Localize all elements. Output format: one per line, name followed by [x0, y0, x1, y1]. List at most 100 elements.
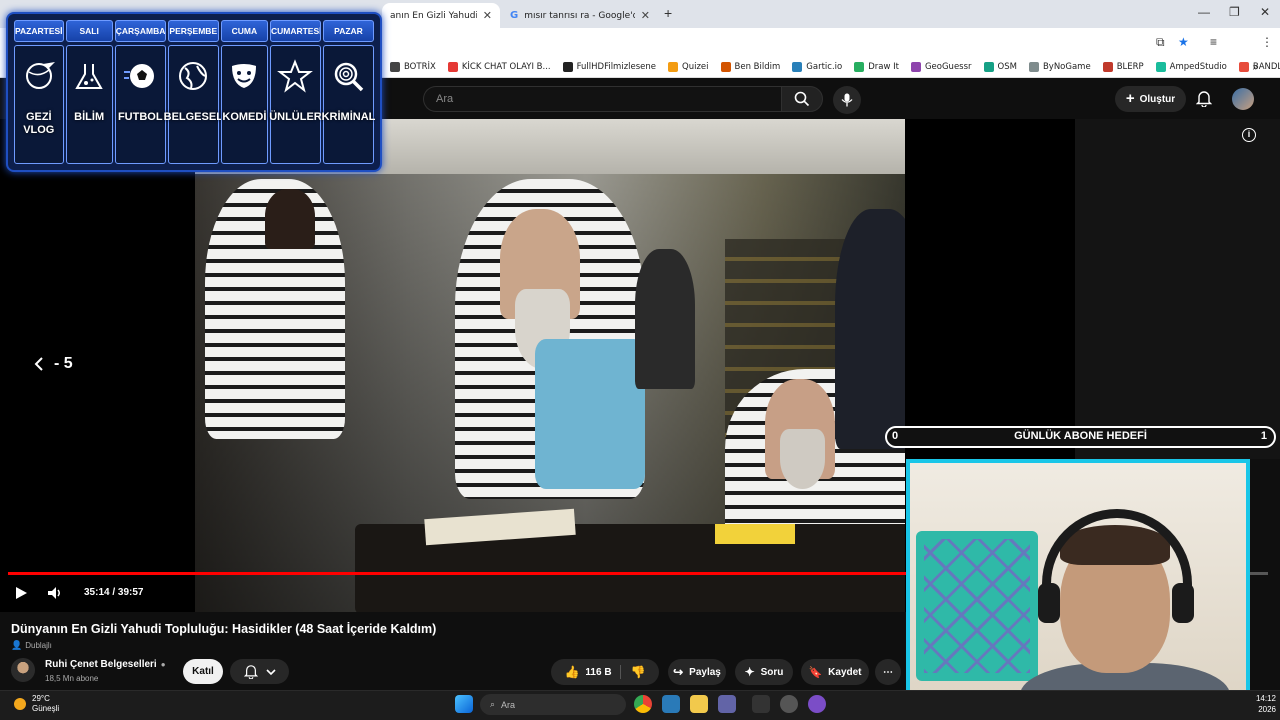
- restore-icon[interactable]: ❐: [1229, 5, 1240, 19]
- teams-icon[interactable]: [718, 695, 736, 713]
- system-clock[interactable]: 14:12 2026: [1256, 693, 1276, 715]
- browser-tab-google[interactable]: G mısır tanrısı ra - Google'da Ara ✕: [502, 3, 658, 28]
- bookmark-item[interactable]: KİCK CHAT OLAYI B...: [447, 61, 551, 72]
- volume-button[interactable]: [47, 586, 63, 605]
- bookmark-label: Ben Bildim: [734, 61, 781, 72]
- save-button[interactable]: 🔖 Kaydet: [801, 659, 869, 685]
- share-label: Paylaş: [689, 666, 721, 678]
- bookmark-item[interactable]: Gartic.io: [792, 61, 842, 72]
- play-button[interactable]: [14, 586, 28, 605]
- taskbar-search[interactable]: ⌕ Ara: [480, 694, 626, 715]
- search-icon: ⌕: [490, 699, 496, 709]
- info-icon[interactable]: i: [1242, 128, 1256, 142]
- channel-avatar[interactable]: [11, 658, 35, 682]
- soccer-ball-icon: [122, 58, 158, 99]
- schedule-day-content: KOMEDİ: [220, 45, 268, 164]
- video-side-area: [1075, 119, 1280, 459]
- schedule-day-name: PAZAR: [322, 20, 374, 42]
- subscriber-goal-bar: GÜNLÜK ABONE HEDEFİ 0 1: [885, 426, 1276, 448]
- taskbar-search-placeholder: Ara: [501, 699, 516, 710]
- bookmark-item[interactable]: ByNoGame: [1028, 61, 1091, 72]
- schedule-day-name: CUMARTESİ: [269, 20, 321, 42]
- bookmark-item[interactable]: Quizei: [668, 61, 709, 72]
- video-frame[interactable]: [195, 119, 905, 612]
- chevron-left-icon: [34, 357, 43, 371]
- bookmark-item[interactable]: AmpedStudio: [1155, 61, 1227, 72]
- bookmark-item[interactable]: OSM: [983, 61, 1017, 72]
- bookmark-item[interactable]: GeoGuessr: [910, 61, 972, 72]
- voice-search-button[interactable]: [833, 86, 861, 114]
- seek-back-indicator: - 5: [34, 355, 73, 373]
- video-person-head: [265, 189, 315, 249]
- file-explorer-icon[interactable]: [690, 695, 708, 713]
- bookmark-icon: 🔖: [808, 666, 823, 679]
- ask-button[interactable]: ✦ Soru: [735, 659, 793, 685]
- obs-icon[interactable]: [780, 695, 798, 713]
- bookmark-item[interactable]: BOTRİX: [390, 61, 436, 72]
- more-actions-button[interactable]: ⋯: [875, 659, 901, 685]
- close-tab-icon[interactable]: ✕: [641, 9, 650, 22]
- notifications-button[interactable]: [1195, 90, 1213, 112]
- close-window-icon[interactable]: ✕: [1260, 5, 1270, 19]
- bookmark-item[interactable]: Ben Bildim: [720, 61, 781, 72]
- subscription-bell-button[interactable]: [230, 659, 289, 684]
- app-icon[interactable]: [808, 695, 826, 713]
- schedule-day-content: BİLİM: [65, 45, 113, 164]
- minimize-icon[interactable]: —: [1198, 5, 1210, 19]
- clock-year: 2026: [1258, 705, 1276, 714]
- like-button[interactable]: 👍 116 B: [564, 665, 621, 679]
- verified-icon: ●: [160, 660, 166, 669]
- account-avatar[interactable]: [1232, 88, 1254, 110]
- schedule-day: PAZAR KRİMİNAL: [321, 20, 376, 164]
- create-button[interactable]: + Oluştur: [1115, 86, 1186, 112]
- headphone-cup: [1038, 583, 1060, 623]
- close-tab-icon[interactable]: ✕: [483, 9, 492, 22]
- bookmark-favicon-icon: [792, 61, 803, 72]
- save-label: Kaydet: [828, 666, 862, 678]
- bookmark-item[interactable]: BLERP: [1102, 61, 1144, 72]
- subscriber-count: 18,5 Mn abone: [45, 674, 99, 683]
- plus-icon: +: [1125, 90, 1135, 107]
- schedule-topic: KRİMİNAL: [321, 111, 376, 123]
- goal-max: 1: [1260, 430, 1267, 442]
- chrome-icon[interactable]: [634, 695, 652, 713]
- menu-dots-icon[interactable]: ⋮: [1261, 35, 1273, 49]
- windows-start-icon[interactable]: [455, 695, 473, 713]
- search-input[interactable]: Ara: [423, 86, 781, 112]
- join-button[interactable]: Katıl: [183, 659, 223, 684]
- thumbs-down-icon[interactable]: 👎: [627, 665, 646, 679]
- science-icon: [71, 58, 107, 99]
- bookmark-star-icon[interactable]: ★: [1178, 35, 1189, 49]
- schedule-topic: KOMEDİ: [222, 111, 267, 123]
- bookmark-favicon-icon: [1028, 61, 1039, 72]
- cast-icon[interactable]: ⧉: [1156, 35, 1165, 50]
- browser-tab-youtube[interactable]: anın En Gizli Yahudi Toplul ✕: [382, 3, 500, 28]
- globe-plane-icon: [21, 58, 57, 99]
- app-icon[interactable]: [662, 695, 680, 713]
- epic-games-icon[interactable]: [752, 695, 770, 713]
- schedule-day: SALI BİLİM: [65, 20, 113, 164]
- new-tab-icon[interactable]: +: [664, 5, 672, 21]
- bookmark-item[interactable]: Draw It: [854, 61, 899, 72]
- bookmark-favicon-icon: [720, 61, 731, 72]
- like-count: 116 B: [585, 666, 612, 678]
- earth-icon: [175, 58, 211, 99]
- media-icon[interactable]: ≡: [1210, 35, 1217, 49]
- thumbs-up-icon: 👍: [564, 665, 580, 679]
- channel-name[interactable]: Ruhi Çenet Belgeselleri: [45, 659, 157, 670]
- search-button[interactable]: [781, 86, 823, 112]
- weather-widget[interactable]: 29°C Güneşli: [14, 694, 59, 714]
- bookmark-item[interactable]: FullHDFilmizlesene: [562, 61, 656, 72]
- share-button[interactable]: ↪ Paylaş: [668, 659, 726, 685]
- channel-name-row[interactable]: Ruhi Çenet Belgeselleri ●: [45, 659, 166, 670]
- schedule-day-content: KRİMİNAL: [321, 45, 376, 164]
- bookmark-item[interactable]: BANDLAB: [1238, 61, 1280, 72]
- webcam-pillow: [916, 531, 1038, 681]
- more-bookmarks-icon[interactable]: »: [1252, 62, 1258, 73]
- bookmark-label: KİCK CHAT OLAYI B...: [461, 61, 551, 72]
- bookmark-label: OSM: [997, 61, 1017, 72]
- bookmark-label: Draw It: [868, 61, 899, 72]
- schedule-topic: ÜNLÜLER: [269, 111, 322, 123]
- fingerprint-icon: [330, 58, 366, 99]
- bell-icon: [1195, 91, 1213, 108]
